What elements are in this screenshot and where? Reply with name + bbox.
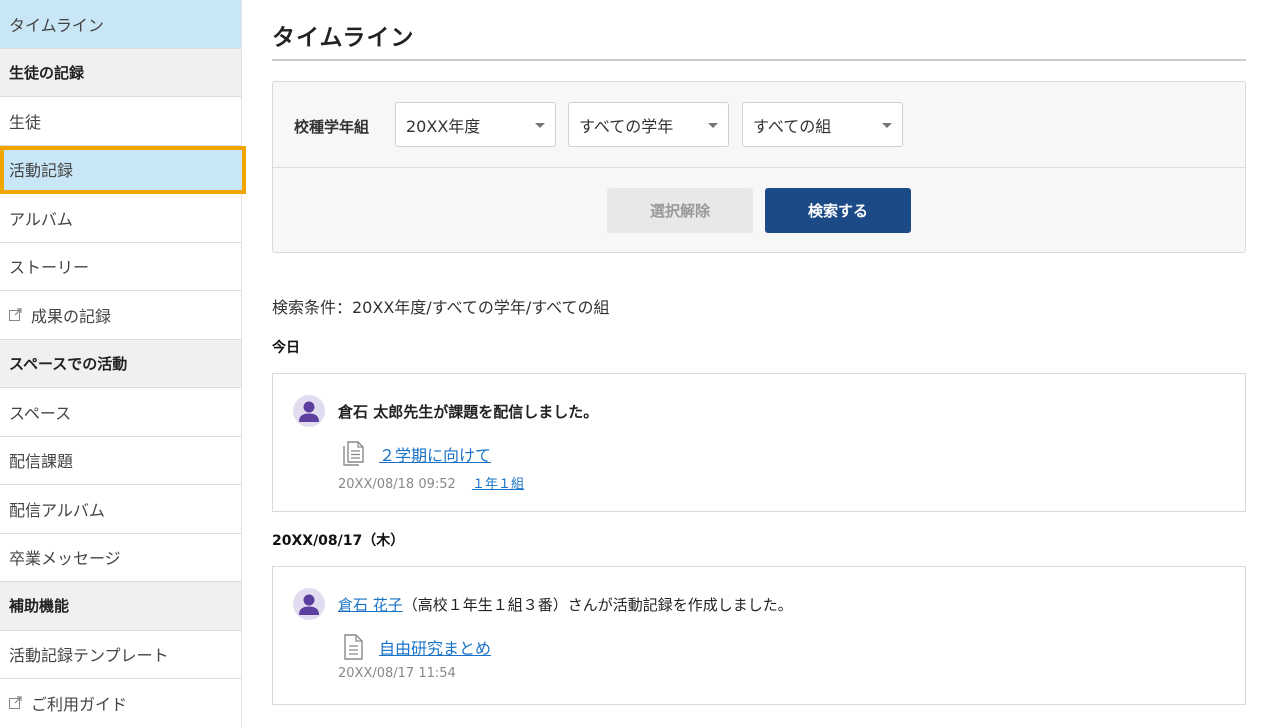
sidebar-item-album[interactable]: アルバム: [0, 194, 241, 243]
sidebar-item-user-guide[interactable]: ご利用ガイド: [0, 679, 241, 727]
sidebar-item-label: ストーリー: [9, 258, 90, 278]
sidebar-item-label: ご利用ガイド: [31, 694, 128, 714]
sidebar-item-activity-records[interactable]: 活動記録: [0, 145, 246, 194]
entry-meta: 20XX/08/17 11:54: [338, 666, 456, 681]
external-link-icon: [9, 308, 22, 322]
sidebar-item-achievement-records[interactable]: 成果の記録: [0, 291, 241, 340]
year-select[interactable]: 20XX年度: [395, 102, 556, 147]
entry-message: 倉石 太郎先生が課題を配信しました。: [338, 403, 599, 421]
document-icon: [341, 633, 365, 660]
filter-row: 校種学年組 20XX年度 すべての学年 すべての組: [273, 82, 1245, 168]
sidebar-item-label: 活動記録テンプレート: [9, 646, 169, 666]
sidebar-item-timeline[interactable]: タイムライン: [0, 0, 241, 49]
year-select-value: 20XX年度: [406, 116, 481, 136]
grade-select[interactable]: すべての学年: [568, 102, 729, 147]
date-heading: 今日: [272, 340, 300, 356]
sidebar-item-record-templates[interactable]: 活動記録テンプレート: [0, 631, 241, 679]
sidebar-item-label: 生徒: [9, 112, 42, 132]
entry-meta: 20XX/08/18 09:52 １年１組: [338, 473, 524, 492]
sidebar-item-label: アルバム: [9, 209, 73, 229]
timeline-entry: 倉石 太郎先生が課題を配信しました。 ２学期に向けて 20XX/08/18 09…: [272, 373, 1246, 512]
class-select-value: すべての組: [753, 116, 832, 136]
entry-message: 倉石 花子（高校１年生１組３番）さんが活動記録を作成しました。: [338, 594, 793, 615]
sidebar-section-label: 補助機能: [9, 597, 70, 616]
sidebar-item-students[interactable]: 生徒: [0, 97, 241, 146]
search-button[interactable]: 検索する: [765, 188, 911, 233]
sidebar-item-graduation-messages[interactable]: 卒業メッセージ: [0, 534, 241, 582]
sidebar-section-student-records: 生徒の記録: [0, 48, 241, 97]
student-link[interactable]: 倉石 花子: [338, 596, 403, 614]
sidebar-item-distributed-albums[interactable]: 配信アルバム: [0, 485, 241, 534]
chevron-down-icon: [708, 123, 718, 128]
sidebar-item-label: 配信アルバム: [9, 500, 105, 520]
sidebar-section-auxiliary: 補助機能: [0, 582, 241, 631]
sidebar-item-distributed-assignments[interactable]: 配信課題: [0, 437, 241, 485]
assignment-document-icon: [341, 440, 365, 466]
search-conditions: 検索条件：20XX年度/すべての学年/すべての組: [272, 298, 610, 317]
grade-select-value: すべての学年: [579, 116, 674, 136]
class-select[interactable]: すべての組: [742, 102, 903, 147]
sidebar-item-label: 卒業メッセージ: [9, 549, 121, 569]
entry-message-suffix: （高校１年生１組３番）さんが活動記録を作成しました。: [402, 596, 793, 614]
page-title: タイムライン: [272, 25, 415, 51]
sidebar-section-label: 生徒の記録: [9, 63, 85, 82]
title-divider: [272, 59, 1246, 61]
activity-record-link[interactable]: 自由研究まとめ: [379, 635, 491, 659]
entry-timestamp: 20XX/08/18 09:52: [338, 477, 456, 492]
clear-selection-button[interactable]: 選択解除: [607, 188, 753, 233]
sidebar-section-space-activity: スペースでの活動: [0, 339, 241, 388]
sidebar-item-space[interactable]: スペース: [0, 388, 241, 437]
sidebar-section-label: スペースでの活動: [9, 354, 128, 373]
timeline-entry: 倉石 花子（高校１年生１組３番）さんが活動記録を作成しました。 自由研究まとめ …: [272, 566, 1246, 705]
filter-label: 校種学年組: [294, 118, 370, 136]
chevron-down-icon: [535, 123, 545, 128]
sidebar-item-label: タイムライン: [9, 15, 104, 35]
avatar: [293, 588, 325, 620]
external-link-icon: [9, 696, 22, 710]
chevron-down-icon: [882, 123, 892, 128]
sidebar-item-label: 活動記録: [9, 161, 74, 181]
filter-panel: 校種学年組 20XX年度 すべての学年 すべての組 選択解除 検索する: [272, 81, 1246, 253]
date-heading: 20XX/08/17（木）: [272, 533, 405, 549]
sidebar-item-label: 成果の記録: [31, 306, 112, 326]
sidebar-item-label: スペース: [9, 403, 72, 423]
sidebar-item-story[interactable]: ストーリー: [0, 243, 241, 291]
sidebar-item-label: 配信課題: [9, 452, 74, 472]
assignment-link[interactable]: ２学期に向けて: [379, 442, 491, 466]
sidebar: タイムライン 生徒の記録 生徒 活動記録 アルバム ストーリー 成果の記録 スペ…: [0, 0, 246, 727]
entry-timestamp: 20XX/08/17 11:54: [338, 666, 456, 681]
class-link[interactable]: １年１組: [472, 477, 524, 492]
avatar: [293, 395, 325, 427]
